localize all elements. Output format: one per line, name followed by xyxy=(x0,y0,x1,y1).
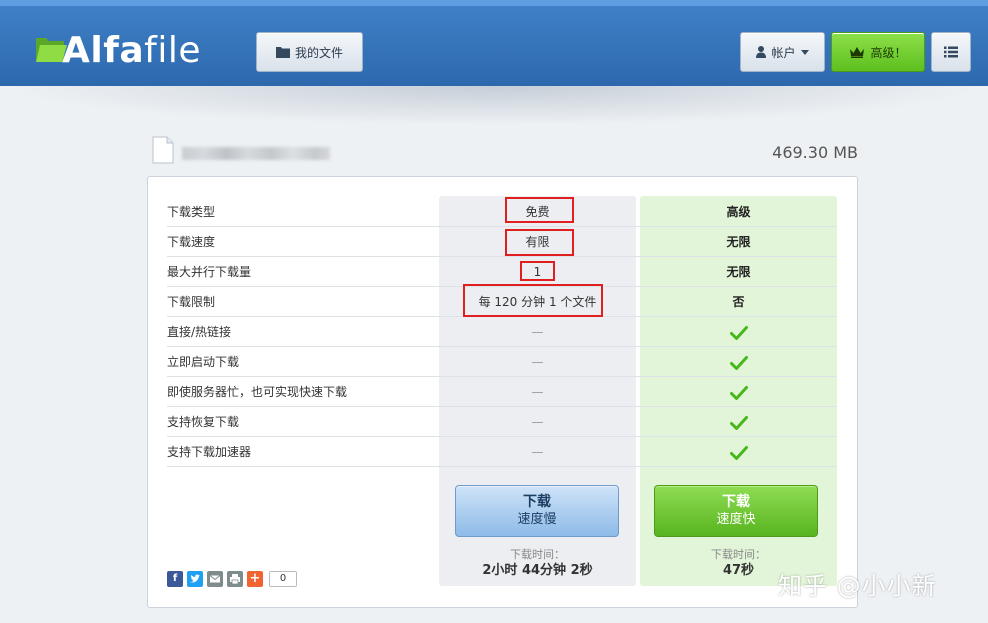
comparison-row: 下载限制 每 120 分钟 1 个文件 否 xyxy=(167,287,837,317)
slow-download-line2: 速度慢 xyxy=(517,512,557,527)
my-files-label: 我的文件 xyxy=(294,45,343,60)
print-icon[interactable] xyxy=(227,571,243,587)
comparison-row: 即使服务器忙，也可实现快速下载 — xyxy=(167,377,837,407)
twitter-icon[interactable] xyxy=(187,571,203,587)
slow-download-line1: 下载 xyxy=(523,494,551,510)
comparison-row: 支持下载加速器 — xyxy=(167,437,837,467)
comparison-row: 直接/热链接 — xyxy=(167,317,837,347)
file-icon xyxy=(152,136,174,164)
comparison-row: 支持恢复下载 — xyxy=(167,407,837,437)
free-value: 有限 xyxy=(525,235,550,249)
premium-value: 无限 xyxy=(726,235,751,249)
free-value: — xyxy=(439,407,636,437)
account-button[interactable]: 帐户 xyxy=(740,32,825,72)
premium-value xyxy=(640,407,837,437)
account-label: 帐户 xyxy=(771,45,796,60)
premium-value xyxy=(640,317,837,347)
caret-down-icon xyxy=(800,49,809,55)
logo-text: Alfafile xyxy=(62,30,201,71)
check-icon xyxy=(729,415,748,430)
folder-icon xyxy=(275,47,290,58)
fast-download-line2: 速度快 xyxy=(716,512,756,527)
fast-download-button[interactable]: 下载 速度快 xyxy=(654,485,818,537)
premium-label: 高级！ xyxy=(870,45,907,60)
crown-icon xyxy=(850,47,865,58)
email-icon[interactable] xyxy=(207,571,223,587)
dash-icon: — xyxy=(531,385,544,399)
row-label: 下载速度 xyxy=(167,235,216,249)
dash-icon: — xyxy=(531,445,544,459)
check-icon xyxy=(729,355,748,370)
facebook-icon[interactable]: f xyxy=(167,571,183,587)
check-icon xyxy=(729,325,748,340)
more-icon[interactable]: + xyxy=(247,571,263,587)
premium-value: 否 xyxy=(732,295,745,309)
premium-value xyxy=(640,347,837,377)
row-label: 最大并行下载量 xyxy=(167,265,252,279)
watermark-text: 知乎 @小小新 xyxy=(778,572,937,600)
share-bar: f + 0 xyxy=(167,571,297,587)
header-shadow xyxy=(0,86,988,126)
comparison-row: 立即启动下载 — xyxy=(167,347,837,377)
file-name-redacted xyxy=(182,147,330,160)
check-icon xyxy=(729,445,748,460)
my-files-button[interactable]: 我的文件 xyxy=(256,32,363,72)
row-label: 支持恢复下载 xyxy=(167,415,240,429)
premium-value xyxy=(640,377,837,407)
row-label: 下载限制 xyxy=(167,295,216,309)
free-value: 1 xyxy=(533,265,542,279)
row-label: 支持下载加速器 xyxy=(167,445,252,459)
free-value: 每 120 分钟 1 个文件 xyxy=(478,295,597,309)
dash-icon: — xyxy=(531,355,544,369)
file-size: 469.30 MB xyxy=(772,143,858,162)
premium-value: 高级 xyxy=(726,205,751,219)
premium-value: 无限 xyxy=(726,265,751,279)
row-label: 即使服务器忙，也可实现快速下载 xyxy=(167,385,348,399)
menu-button[interactable] xyxy=(931,32,971,72)
free-value: — xyxy=(439,317,636,347)
row-label: 下载类型 xyxy=(167,205,216,219)
premium-button[interactable]: 高级！ xyxy=(831,32,925,72)
slow-time-value: 2小时 44分钟 2秒 xyxy=(482,563,593,578)
comparison-row: 最大并行下载量 1 无限 xyxy=(167,257,837,287)
share-count: 0 xyxy=(269,571,297,587)
free-value: — xyxy=(439,347,636,377)
dash-icon: — xyxy=(531,325,544,339)
free-value: — xyxy=(439,437,636,467)
list-menu-icon xyxy=(944,46,958,58)
row-label: 直接/热链接 xyxy=(167,325,232,339)
row-label: 立即启动下载 xyxy=(167,355,240,369)
free-value: 免费 xyxy=(525,205,550,219)
comparison-row: 下载类型 免费 高级 xyxy=(167,197,837,227)
fast-download-line1: 下载 xyxy=(722,494,750,510)
premium-value xyxy=(640,437,837,467)
dash-icon: — xyxy=(531,415,544,429)
top-header: Alfafile 我的文件 帐户 高级！ xyxy=(0,0,988,86)
free-value: — xyxy=(439,377,636,407)
comparison-row: 下载速度 有限 无限 xyxy=(167,227,837,257)
slow-download-button[interactable]: 下载 速度慢 xyxy=(455,485,619,537)
check-icon xyxy=(729,385,748,400)
user-icon xyxy=(756,46,767,58)
alfafile-logo[interactable]: Alfafile xyxy=(34,28,204,74)
